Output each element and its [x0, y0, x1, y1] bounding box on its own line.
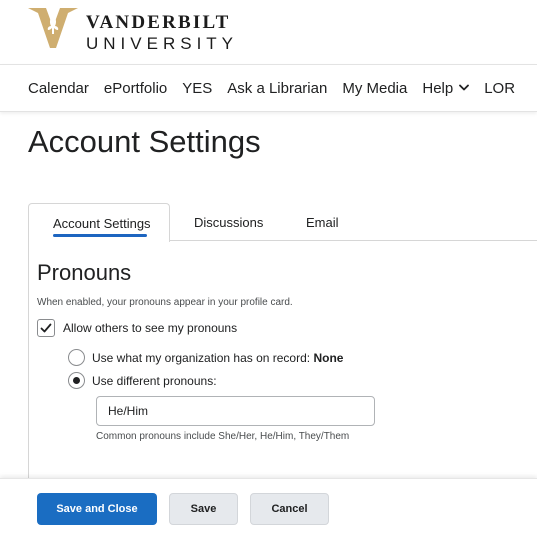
allow-pronouns-label: Allow others to see my pronouns [63, 321, 238, 335]
logo-line-1: VANDERBILT [86, 12, 231, 33]
radio-use-different-pronouns-label: Use different pronouns: [92, 374, 217, 388]
organization-record-text: Use what my organization has on record: [92, 351, 311, 365]
vanderbilt-logo[interactable]: VANDERBILT UNIVERSITY [28, 7, 238, 52]
nav-link-eportfolio[interactable]: ePortfolio [104, 80, 167, 97]
pronouns-help-text: When enabled, your pronouns appear in yo… [37, 297, 293, 308]
save-and-close-button[interactable]: Save and Close [37, 493, 157, 525]
vanderbilt-v-oak-leaf-logo-icon [28, 8, 78, 48]
radio-use-organization-record[interactable] [68, 349, 85, 366]
cancel-button[interactable]: Cancel [250, 493, 329, 525]
tab-account-settings-label: Account Settings [53, 216, 151, 231]
checkmark-icon [40, 323, 52, 333]
allow-pronouns-checkbox[interactable] [37, 319, 55, 337]
radio-selected-dot [73, 377, 80, 384]
nav-help-menu[interactable]: Help [422, 80, 470, 97]
nav-help-label: Help [422, 80, 454, 97]
account-settings-panel: Pronouns When enabled, your pronouns app… [28, 241, 537, 501]
radio-use-different-pronouns[interactable] [68, 372, 85, 389]
active-tab-indicator [53, 234, 147, 237]
nav-items: Calendar ePortfolio YES Ask a Librarian … [28, 80, 530, 97]
nav-link-calendar[interactable]: Calendar [28, 80, 89, 97]
pronouns-heading: Pronouns [37, 260, 132, 285]
tab-account-settings[interactable]: Account Settings [28, 203, 170, 242]
footer-action-bar: s Save and Close Save Cancel [0, 478, 537, 535]
pronouns-input-help: Common pronouns include She/Her, He/Him,… [96, 431, 350, 442]
nav-link-ask-a-librarian[interactable]: Ask a Librarian [227, 80, 327, 97]
organization-record-value: None [313, 351, 344, 365]
top-nav-bar: Calendar ePortfolio YES Ask a Librarian … [0, 64, 537, 112]
tab-email[interactable]: Email [306, 215, 339, 230]
pronouns-input[interactable] [96, 396, 375, 426]
logo-line-2: UNIVERSITY [86, 34, 239, 53]
nav-link-my-media[interactable]: My Media [342, 80, 407, 97]
settings-tabs: Account Settings Discussions Email [28, 203, 537, 242]
logo-wordmark: VANDERBILT UNIVERSITY [86, 13, 238, 52]
tab-discussions[interactable]: Discussions [194, 215, 263, 230]
save-button[interactable]: Save [169, 493, 238, 525]
nav-link-yes[interactable]: YES [182, 80, 212, 97]
chevron-down-icon [459, 84, 470, 91]
radio-use-organization-record-label: Use what my organization has on record: … [92, 351, 343, 365]
nav-link-lor[interactable]: LOR [484, 80, 515, 97]
page-title: Account Settings [28, 124, 261, 159]
